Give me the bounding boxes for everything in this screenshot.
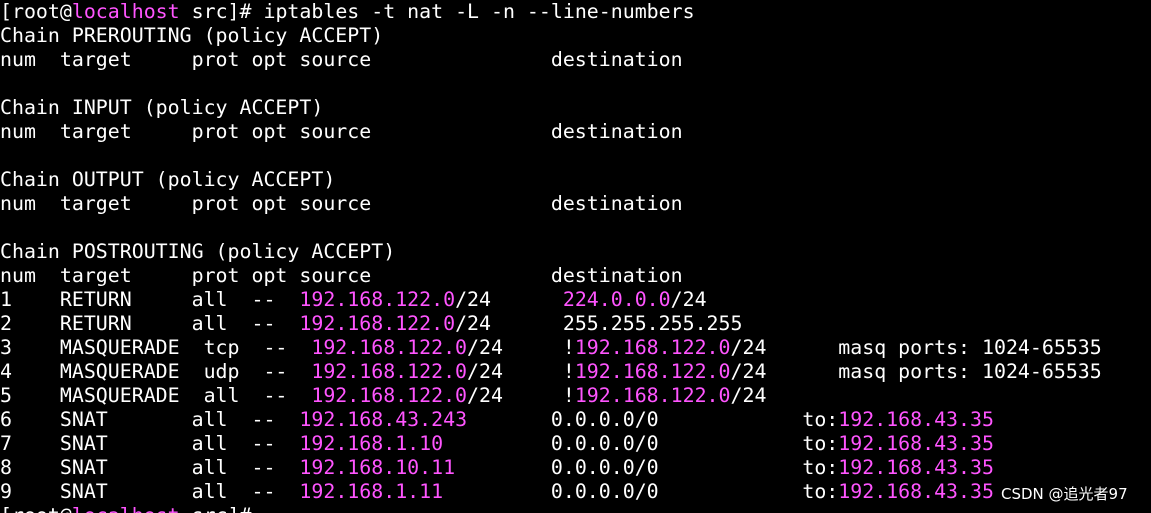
highlighted-text: 192.168.43.243 [299,408,468,431]
terminal-line: 6 SNAT all -- 192.168.43.243 0.0.0.0/0 t… [0,408,994,432]
highlighted-text: 192.168.122.0 [311,360,468,383]
terminal-text: 0.0.0.0/0 to: [467,408,839,431]
terminal-text: src]# [180,504,252,513]
terminal-text: src]# iptables -t nat -L -n --line-numbe… [179,0,695,23]
terminal-output[interactable]: [root@localhost src]# iptables -t nat -L… [0,0,1151,513]
highlighted-text: localhost [71,0,180,23]
terminal-text: num target prot opt source destination [0,120,683,143]
terminal-line: num target prot opt source destination [0,48,683,72]
terminal-line: 3 MASQUERADE tcp -- 192.168.122.0/24 !19… [0,336,1102,360]
terminal-line: Chain PREROUTING (policy ACCEPT) [0,24,383,48]
terminal-text: /24 [670,288,707,311]
terminal-line: 1 RETURN all -- 192.168.122.0/24 224.0.0… [0,288,707,312]
terminal-line: Chain INPUT (policy ACCEPT) [0,96,323,120]
terminal-line: 9 SNAT all -- 192.168.1.11 0.0.0.0/0 to:… [0,480,994,504]
terminal-text: Chain PREROUTING (policy ACCEPT) [0,24,384,47]
terminal-text: /24 [730,384,767,407]
terminal-line: Chain OUTPUT (policy ACCEPT) [0,168,335,192]
terminal-text: [root@ [0,504,72,513]
terminal-text: /24 ! [467,360,575,383]
terminal-text: 5 MASQUERADE all -- [0,384,312,407]
terminal-text: 0.0.0.0/0 to: [443,480,839,503]
terminal-text: 4 MASQUERADE udp -- [0,360,312,383]
terminal-text: num target prot opt source destination [0,48,683,71]
terminal-text: num target prot opt source destination [0,192,683,215]
terminal-text: /24 masq ports: 1024-65535 [730,360,1102,383]
terminal-line: 2 RETURN all -- 192.168.122.0/24 255.255… [0,312,742,336]
highlighted-text: 192.168.10.11 [299,456,456,479]
highlighted-text: 192.168.122.0 [574,384,731,407]
terminal-line: 5 MASQUERADE all -- 192.168.122.0/24 !19… [0,384,766,408]
terminal-text: Chain OUTPUT (policy ACCEPT) [0,168,336,191]
terminal-text: num target prot opt source destination [0,264,683,287]
terminal-text: 7 SNAT all -- [0,432,300,455]
terminal-text: 0.0.0.0/0 to: [455,456,839,479]
terminal-text: 8 SNAT all -- [0,456,300,479]
terminal-text: /24 [455,288,563,311]
terminal-text: 3 MASQUERADE tcp -- [0,336,312,359]
highlighted-text: 192.168.43.35 [838,456,994,479]
terminal-text: 0.0.0.0/0 to: [443,432,839,455]
terminal-line: num target prot opt source destination [0,192,683,216]
terminal-line: num target prot opt source destination [0,120,683,144]
terminal-line: Chain POSTROUTING (policy ACCEPT) [0,240,395,264]
terminal-line: num target prot opt source destination [0,264,683,288]
terminal-text: /24 masq ports: 1024-65535 [730,336,1102,359]
terminal-text: [root@ [0,0,72,23]
highlighted-text: 192.168.122.0 [311,384,468,407]
terminal-text: Chain INPUT (policy ACCEPT) [0,96,324,119]
terminal-text: 2 RETURN all -- [0,312,300,335]
highlighted-text: 192.168.43.35 [838,432,994,455]
terminal-line: [root@localhost src]# [0,504,252,513]
highlighted-text: 192.168.122.0 [299,312,456,335]
terminal-text: 9 SNAT all -- [0,480,300,503]
highlighted-text: localhost [72,504,180,513]
terminal-line: [root@localhost src]# iptables -t nat -L… [0,0,695,24]
highlighted-text: 192.168.43.35 [838,480,994,503]
highlighted-text: 224.0.0.0 [562,288,671,311]
highlighted-text: 192.168.1.11 [299,480,444,503]
highlighted-text: 192.168.43.35 [838,408,994,431]
highlighted-text: 192.168.122.0 [311,336,468,359]
highlighted-text: 192.168.1.10 [299,432,444,455]
terminal-text: 6 SNAT all -- [0,408,300,431]
terminal-text: /24 ! [467,336,575,359]
terminal-line: 7 SNAT all -- 192.168.1.10 0.0.0.0/0 to:… [0,432,994,456]
highlighted-text: 192.168.122.0 [574,336,731,359]
terminal-text: /24 ! [467,384,575,407]
highlighted-text: 192.168.122.0 [574,360,731,383]
terminal-text: /24 255.255.255.255 [455,312,743,335]
terminal-text: 1 RETURN all -- [0,288,300,311]
terminal-text: Chain POSTROUTING (policy ACCEPT) [0,240,396,263]
terminal-line: 8 SNAT all -- 192.168.10.11 0.0.0.0/0 to… [0,456,994,480]
highlighted-text: 192.168.122.0 [299,288,456,311]
csdn-watermark: CSDN @追光者97 [1001,485,1128,503]
terminal-line: 4 MASQUERADE udp -- 192.168.122.0/24 !19… [0,360,1102,384]
